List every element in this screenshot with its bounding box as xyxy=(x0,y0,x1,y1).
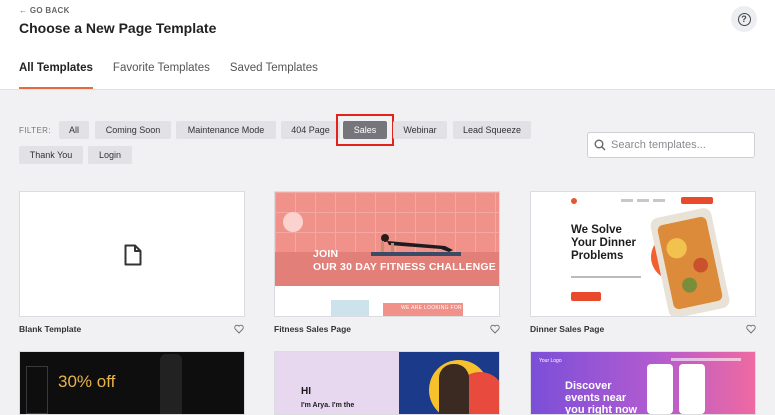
heart-icon[interactable] xyxy=(234,324,244,334)
arya-person-image xyxy=(439,364,469,414)
filter-chip-lead-squeeze[interactable]: Lead Squeeze xyxy=(453,121,531,139)
template-card-dinner[interactable]: We Solve Your Dinner Problems xyxy=(530,191,756,317)
events-phone-image xyxy=(647,364,673,414)
filter-chip-webinar[interactable]: Webinar xyxy=(393,121,447,139)
tab-saved-templates[interactable]: Saved Templates xyxy=(230,62,318,89)
filter-chip-404-page[interactable]: 404 Page xyxy=(281,121,340,139)
search-input[interactable] xyxy=(611,139,751,151)
template-tabs: All Templates Favorite Templates Saved T… xyxy=(19,62,338,89)
template-card-fitness[interactable]: JOIN OUR 30 DAY FITNESS CHALLENGE WE ARE… xyxy=(274,191,500,317)
arya-sub: I'm Arya. I'm the xyxy=(301,402,355,409)
filter-chip-maintenance-mode[interactable]: Maintenance Mode xyxy=(176,121,276,139)
help-button[interactable]: ? xyxy=(731,6,757,32)
tab-favorite-templates[interactable]: Favorite Templates xyxy=(113,62,210,89)
events-logo: Your Logo xyxy=(539,358,562,364)
file-icon xyxy=(124,244,142,266)
filter-chip-all[interactable]: All xyxy=(59,121,89,139)
dinner-nav xyxy=(637,199,649,202)
go-back-link[interactable]: ← GO BACK xyxy=(19,6,70,15)
events-phone-image xyxy=(679,364,705,414)
page-title: Choose a New Page Template xyxy=(19,20,217,36)
selection-highlight xyxy=(336,114,394,146)
wine-hero xyxy=(20,352,244,414)
filter-chip-coming-soon[interactable]: Coming Soon xyxy=(95,121,171,139)
template-card-wine[interactable]: 30% off xyxy=(19,351,245,415)
template-card-arya[interactable]: HI I'm Arya. I'm the xyxy=(274,351,500,415)
template-name-dinner: Dinner Sales Page xyxy=(530,324,605,334)
events-headline: Discover events near you right now xyxy=(565,380,638,415)
page-header: ← GO BACK Choose a New Page Template ? A… xyxy=(0,0,775,90)
template-name-blank: Blank Template xyxy=(19,324,82,334)
filter-chip-login[interactable]: Login xyxy=(88,146,132,164)
dinner-nav xyxy=(653,199,665,202)
heart-icon[interactable] xyxy=(490,324,500,334)
wine-frame xyxy=(26,366,48,414)
events-nav xyxy=(671,358,741,361)
search-icon xyxy=(594,139,606,151)
template-card-blank[interactable] xyxy=(19,191,245,317)
fitness-mini-text: WE ARE LOOKING FOR xyxy=(401,305,462,311)
help-icon: ? xyxy=(737,12,751,26)
search-box[interactable] xyxy=(587,132,755,158)
filter-chip-thank-you[interactable]: Thank You xyxy=(19,146,83,164)
wine-bottle-image xyxy=(160,354,182,414)
wine-discount: 30% off xyxy=(58,372,116,391)
template-card-events[interactable]: Your Logo Discover events near you right… xyxy=(530,351,756,415)
dinner-headline: We Solve Your Dinner Problems xyxy=(571,224,636,262)
fitness-circle xyxy=(283,212,303,232)
dinner-nav xyxy=(621,199,633,202)
filter-label: FILTER: xyxy=(19,126,51,135)
fitness-headline: JOIN OUR 30 DAY FITNESS CHALLENGE xyxy=(313,248,496,273)
arya-hi: HI xyxy=(301,386,311,397)
fitness-thumb-image xyxy=(331,300,369,316)
tab-all-templates[interactable]: All Templates xyxy=(19,62,93,89)
heart-icon[interactable] xyxy=(746,324,756,334)
dinner-cta xyxy=(571,292,601,301)
dinner-logo xyxy=(571,198,577,204)
template-name-fitness: Fitness Sales Page xyxy=(274,324,352,334)
dinner-nav-button xyxy=(681,197,713,204)
dinner-body-text xyxy=(571,276,641,278)
